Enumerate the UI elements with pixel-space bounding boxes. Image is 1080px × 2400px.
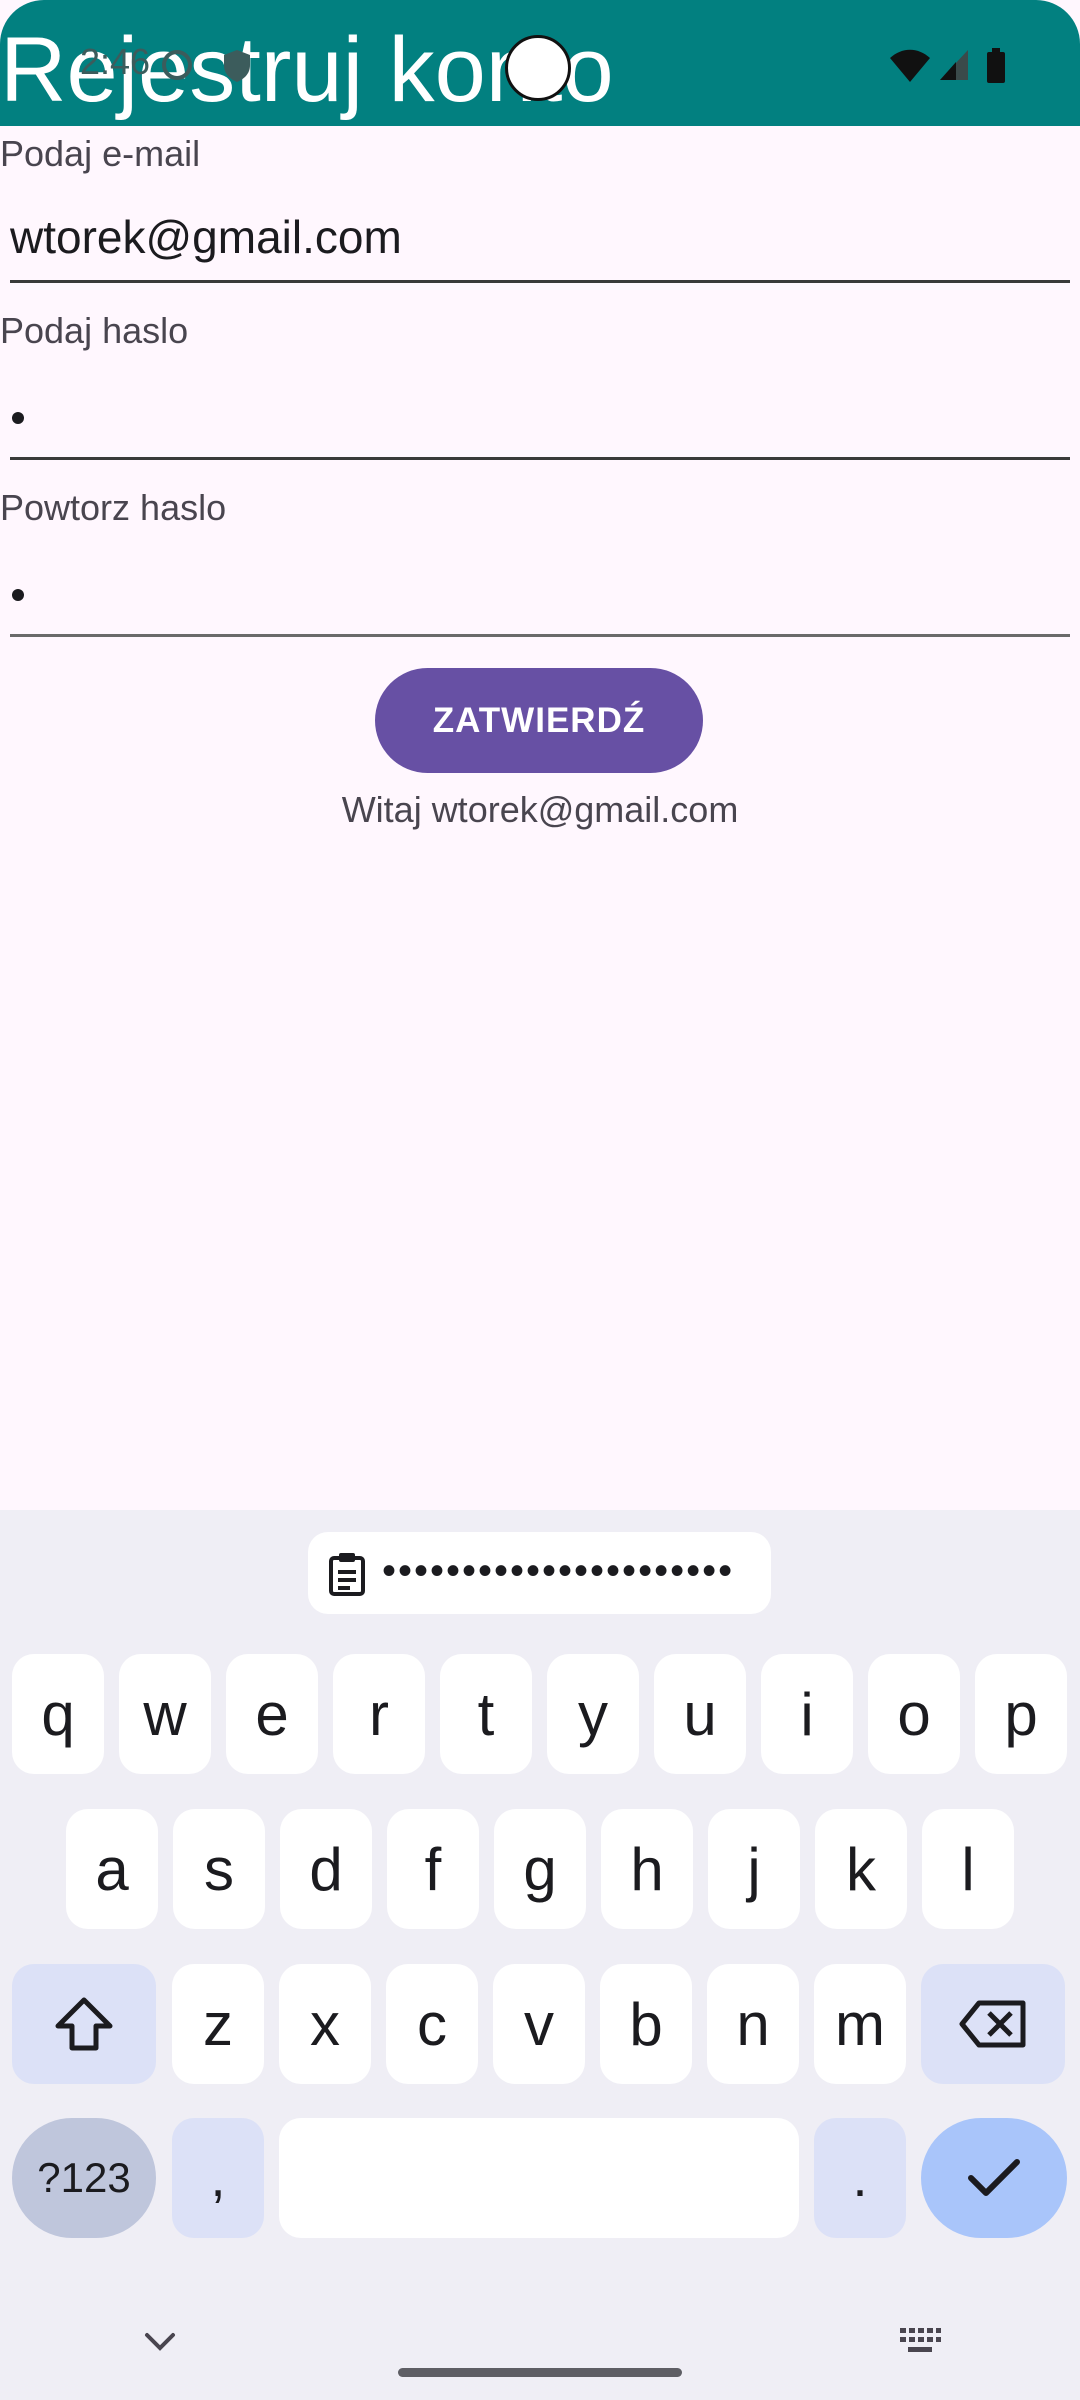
email-field[interactable]: wtorek@gmail.com — [0, 190, 1080, 285]
email-label: Podaj e-mail — [0, 133, 201, 174]
comma-key[interactable]: , — [172, 2118, 264, 2238]
shield-icon — [224, 50, 250, 82]
clipboard-suggestion[interactable]: •••••••••••••••••••••• — [308, 1532, 771, 1614]
shift-icon — [55, 1997, 113, 2051]
key-r[interactable]: r — [333, 1654, 425, 1774]
clipboard-icon — [329, 1553, 365, 1596]
space-key[interactable] — [279, 2118, 799, 2238]
key-e[interactable]: e — [226, 1654, 318, 1774]
key-k[interactable]: k — [815, 1809, 907, 1929]
welcome-text: Witaj wtorek@gmail.com — [341, 789, 739, 830]
gesture-nav-handle[interactable] — [398, 2368, 682, 2377]
key-a[interactable]: a — [66, 1809, 158, 1929]
key-w[interactable]: w — [119, 1654, 211, 1774]
backspace-icon — [959, 2000, 1026, 2048]
app-bar: Rejestruj konto 2:46 — [0, 0, 1080, 126]
wifi-icon — [890, 49, 930, 82]
signal-icon — [940, 50, 968, 80]
repeat-password-label: Powtorz haslo — [0, 487, 227, 528]
soft-keyboard: •••••••••••••••••••••• qwertyuiop asdfghj… — [0, 1510, 1080, 2400]
key-n[interactable]: n — [707, 1964, 799, 2084]
password-field[interactable] — [0, 367, 1080, 462]
key-u[interactable]: u — [654, 1654, 746, 1774]
status-time: 2:46 — [80, 41, 151, 82]
key-c[interactable]: c — [386, 1964, 478, 2084]
key-h[interactable]: h — [601, 1809, 693, 1929]
key-l[interactable]: l — [922, 1809, 1014, 1929]
sync-icon — [162, 50, 192, 80]
camera-cutout — [505, 35, 571, 101]
key-o[interactable]: o — [868, 1654, 960, 1774]
repeat-password-mask — [12, 589, 24, 601]
key-q[interactable]: q — [12, 1654, 104, 1774]
key-i[interactable]: i — [761, 1654, 853, 1774]
key-f[interactable]: f — [387, 1809, 479, 1929]
clipboard-text: •••••••••••••••••••••• — [382, 1549, 735, 1593]
symbols-key[interactable]: ?123 — [12, 2118, 156, 2238]
email-value: wtorek@gmail.com — [10, 211, 402, 263]
key-v[interactable]: v — [493, 1964, 585, 2084]
key-t[interactable]: t — [440, 1654, 532, 1774]
key-d[interactable]: d — [280, 1809, 372, 1929]
repeat-password-underline — [10, 634, 1070, 637]
enter-key[interactable] — [921, 2118, 1067, 2238]
password-label: Podaj haslo — [0, 310, 189, 351]
shift-key[interactable] — [12, 1964, 156, 2084]
key-y[interactable]: y — [547, 1654, 639, 1774]
password-underline — [10, 457, 1070, 460]
key-m[interactable]: m — [814, 1964, 906, 2084]
checkmark-icon — [968, 2159, 1020, 2196]
email-underline — [10, 280, 1070, 283]
backspace-key[interactable] — [921, 1964, 1065, 2084]
key-z[interactable]: z — [172, 1964, 264, 2084]
key-s[interactable]: s — [173, 1809, 265, 1929]
password-mask — [12, 412, 24, 424]
key-x[interactable]: x — [279, 1964, 371, 2084]
period-key[interactable]: . — [814, 2118, 906, 2238]
key-p[interactable]: p — [975, 1654, 1067, 1774]
repeat-password-field[interactable] — [0, 544, 1080, 639]
key-b[interactable]: b — [600, 1964, 692, 2084]
hide-keyboard-icon[interactable] — [144, 2332, 176, 2352]
submit-button[interactable]: ZATWIERDŹ — [375, 668, 703, 773]
keyboard-switch-icon[interactable] — [898, 2326, 942, 2356]
battery-icon — [987, 48, 1005, 83]
key-g[interactable]: g — [494, 1809, 586, 1929]
key-j[interactable]: j — [708, 1809, 800, 1929]
